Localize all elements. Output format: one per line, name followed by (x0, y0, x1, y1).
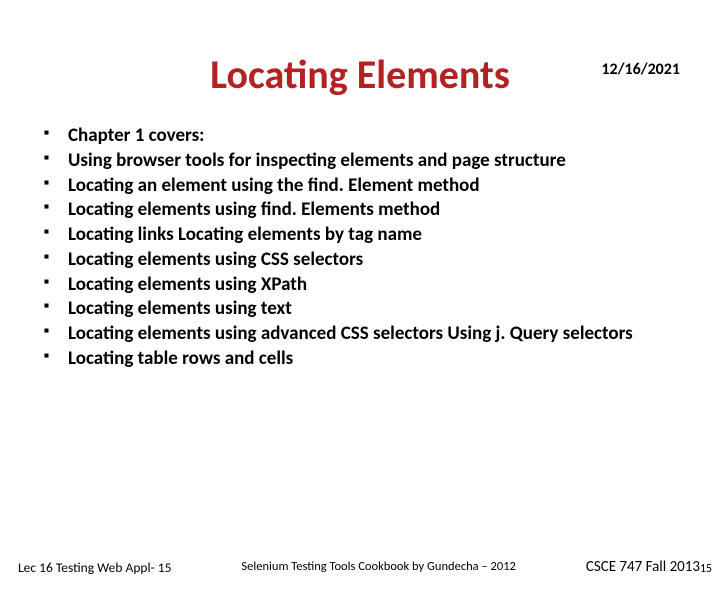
list-item: Locating elements using XPath (38, 273, 682, 297)
slide-content: Chapter 1 covers: Using browser tools fo… (0, 124, 720, 371)
list-item: Locating elements using advanced CSS sel… (38, 322, 682, 346)
list-item: Locating table rows and cells (38, 347, 682, 371)
list-item: Using browser tools for inspecting eleme… (38, 149, 682, 173)
list-item: Locating an element using the find. Elem… (38, 174, 682, 198)
list-item: Locating elements using CSS selectors (38, 248, 682, 272)
bullet-list: Chapter 1 covers: Using browser tools fo… (38, 124, 682, 371)
list-item: Locating elements using text (38, 297, 682, 321)
page-number: 15 (700, 562, 712, 576)
footer-left: Lec 16 Testing Web Appl- 15 (18, 559, 171, 576)
slide-footer: Lec 16 Testing Web Appl- 15 Selenium Tes… (0, 558, 720, 576)
footer-center: Selenium Testing Tools Cookbook by Gunde… (171, 560, 585, 574)
date-text: 12/16/2021 (601, 60, 680, 79)
footer-right: CSCE 747 Fall 2013 (586, 558, 700, 576)
list-item: Chapter 1 covers: (38, 124, 682, 148)
list-item: Locating links Locating elements by tag … (38, 223, 682, 247)
list-item: Locating elements using find. Elements m… (38, 198, 682, 222)
